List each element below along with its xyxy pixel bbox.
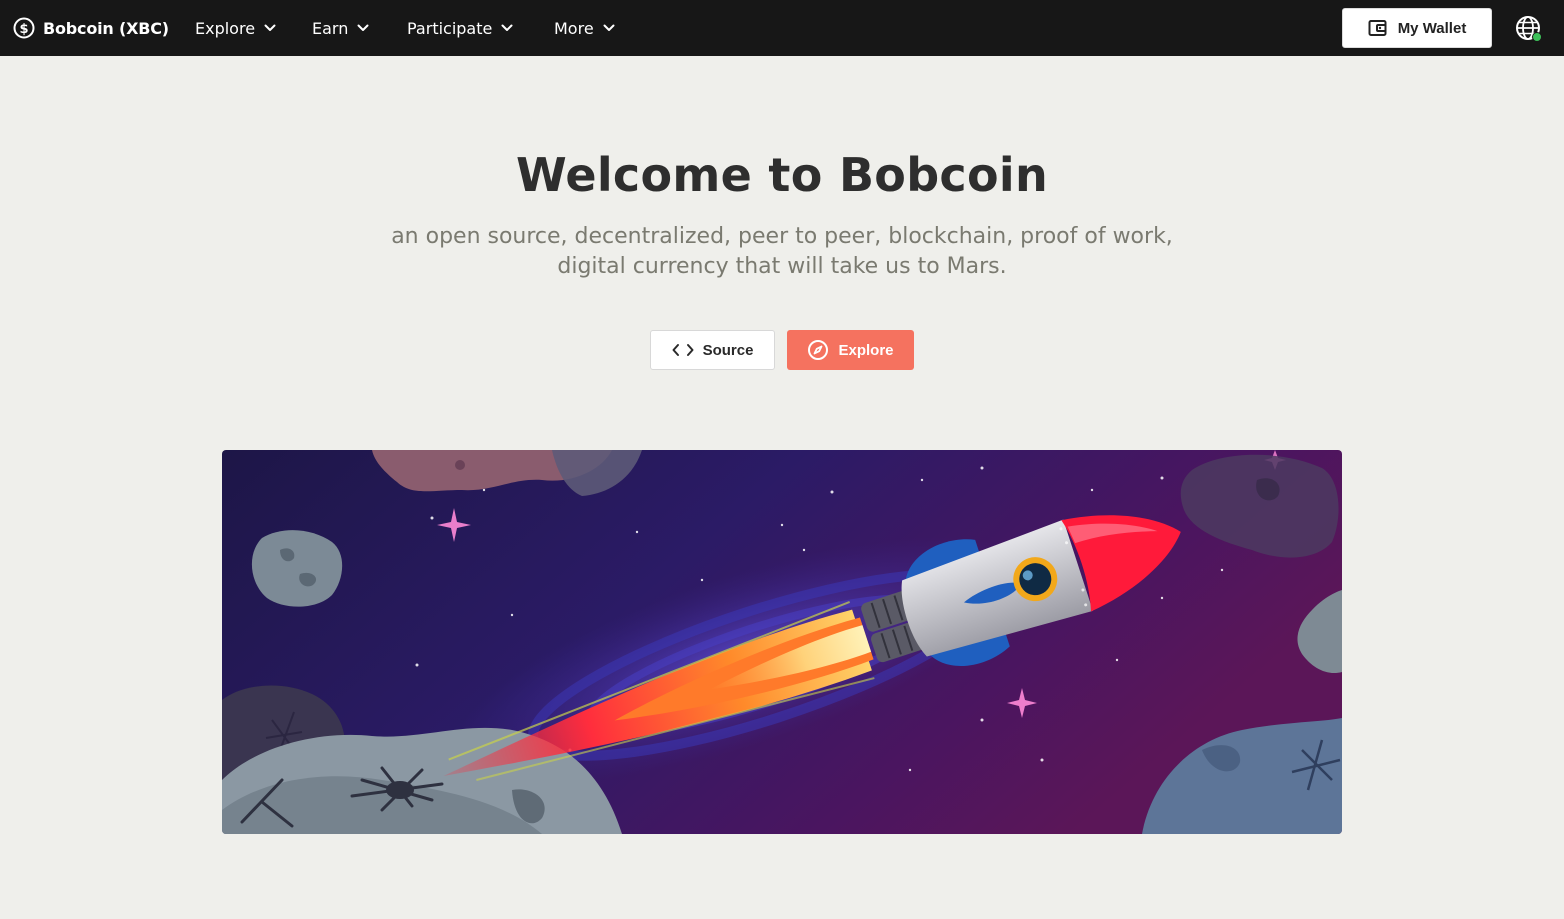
wallet-icon xyxy=(1368,20,1387,36)
hero-subtitle-line1: an open source, decentralized, peer to p… xyxy=(391,224,1173,249)
chevron-down-icon xyxy=(603,24,615,31)
my-wallet-button[interactable]: My Wallet xyxy=(1342,8,1492,48)
language-selector[interactable] xyxy=(1514,14,1544,44)
svg-text:$: $ xyxy=(19,22,28,37)
brand-name: Bobcoin (XBC) xyxy=(43,18,169,38)
nav-explore[interactable]: Explore xyxy=(195,15,277,41)
nav-more-label: More xyxy=(554,18,594,38)
my-wallet-label: My Wallet xyxy=(1397,19,1467,37)
nav-more[interactable]: More xyxy=(554,15,616,41)
code-icon xyxy=(672,344,694,356)
chevron-down-icon xyxy=(501,24,513,31)
hero-subtitle-line2: digital currency that will take us to Ma… xyxy=(557,254,1007,279)
top-navbar: $ Bobcoin (XBC) Explore Earn Participate… xyxy=(0,0,1564,56)
explore-button[interactable]: Explore xyxy=(787,330,914,370)
hero-subtitle: an open source, decentralized, peer to p… xyxy=(352,222,1212,282)
explore-label: Explore xyxy=(838,341,894,359)
source-button[interactable]: Source xyxy=(650,330,775,370)
nav-participate[interactable]: Participate xyxy=(407,15,514,41)
chevron-down-icon xyxy=(264,24,276,31)
online-status-dot xyxy=(1532,32,1542,42)
chevron-down-icon xyxy=(357,24,369,31)
compass-icon xyxy=(808,340,829,360)
nav-explore-label: Explore xyxy=(195,18,256,38)
source-label: Source xyxy=(702,341,754,359)
nav-earn[interactable]: Earn xyxy=(312,15,370,41)
brand-link[interactable]: $ Bobcoin (XBC) xyxy=(13,15,169,41)
page-title: Welcome to Bobcoin xyxy=(515,148,1049,202)
nav-earn-label: Earn xyxy=(312,18,349,38)
rocket-in-space-illustration xyxy=(222,450,1342,834)
dollar-circle-icon: $ xyxy=(13,17,35,39)
nav-participate-label: Participate xyxy=(407,18,493,38)
